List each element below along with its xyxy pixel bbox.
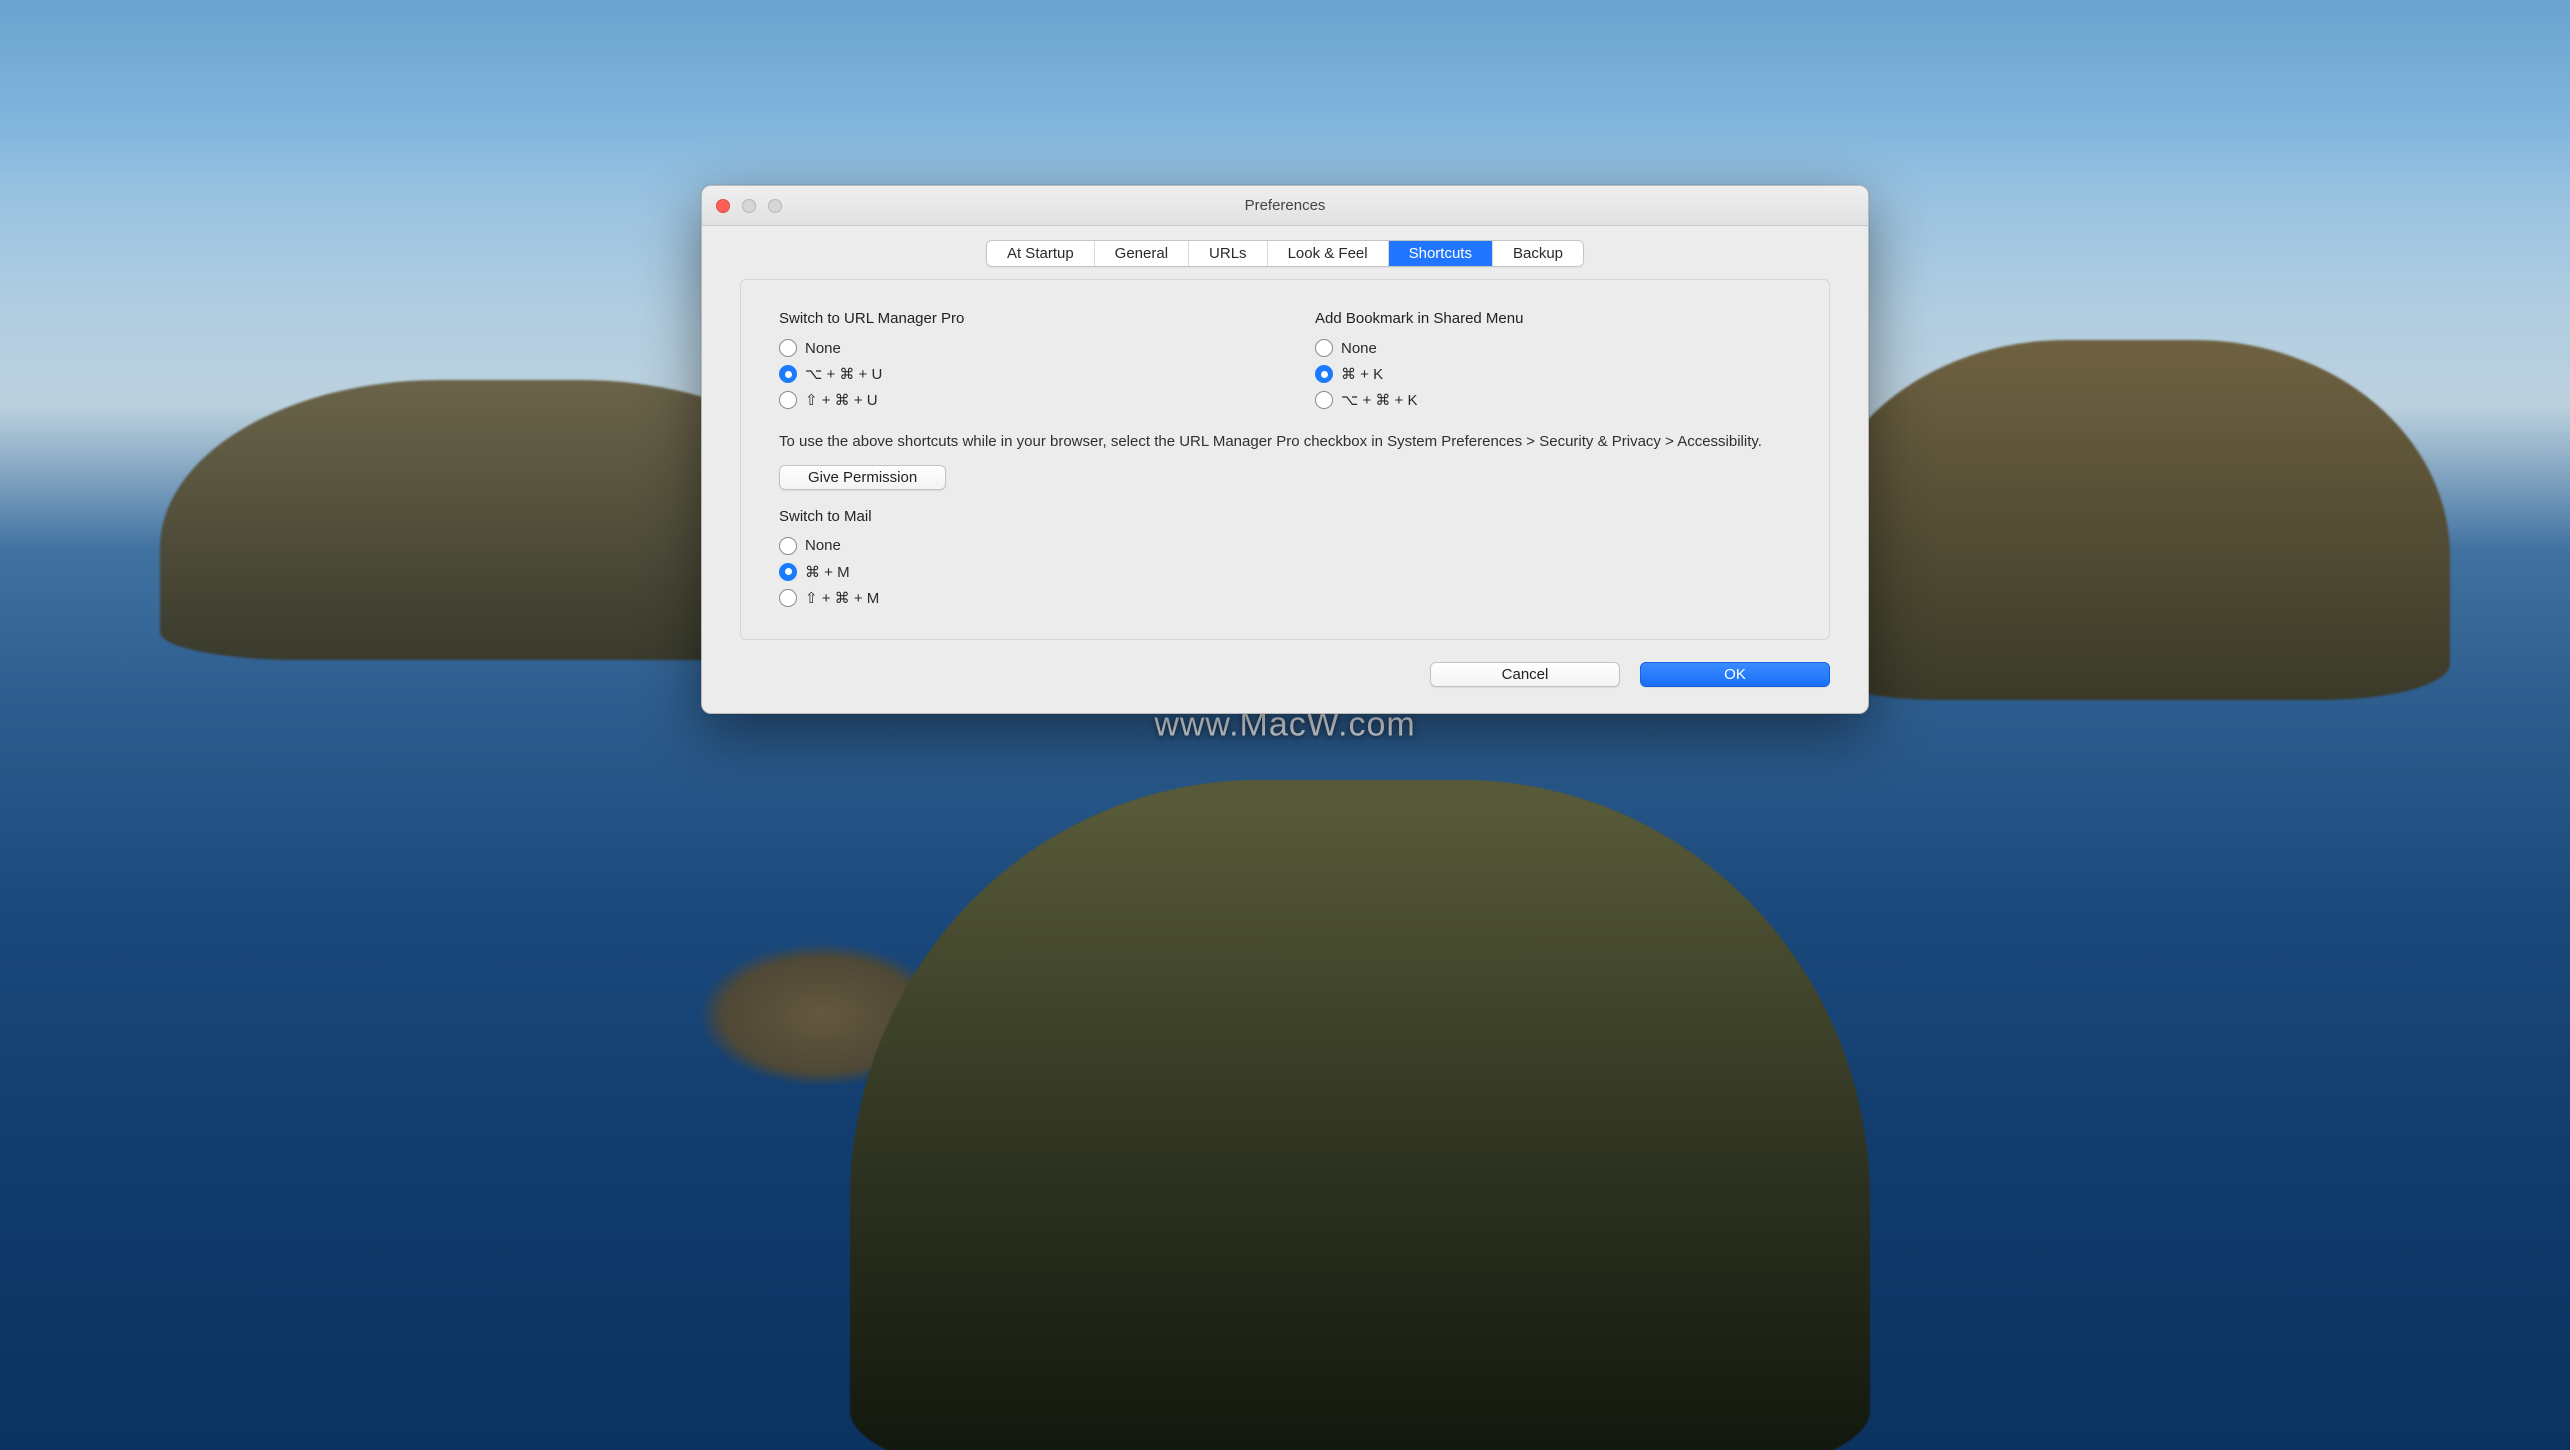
group-title-switch-mail: Switch to Mail [779, 508, 1791, 525]
group-switch-to-mail: Switch to Mail None ⌘ + M ⇧ + ⌘ + M [779, 508, 1791, 607]
tab-backup[interactable]: Backup [1493, 241, 1583, 266]
group-add-bookmark-shared: Add Bookmark in Shared Menu None ⌘ + K ⌥ +… [1315, 310, 1791, 417]
radio-label: None [1341, 340, 1377, 357]
radio-option-add-bookmark-2[interactable]: ⌥ + ⌘ + K [1315, 391, 1791, 409]
radio-label: ⌥ + ⌘ + K [1341, 391, 1417, 409]
shortcuts-pane: Switch to URL Manager Pro None ⌥ + ⌘ + U ⇧… [740, 279, 1830, 640]
radio-option-switch-ump-0[interactable]: None [779, 339, 1255, 357]
tab-look-feel[interactable]: Look & Feel [1268, 241, 1389, 266]
radio-add-bookmark-2[interactable] [1315, 391, 1333, 409]
tab-shortcuts[interactable]: Shortcuts [1389, 241, 1493, 266]
radio-label: ⇧ + ⌘ + M [805, 589, 879, 607]
radio-option-switch-ump-2[interactable]: ⇧ + ⌘ + U [779, 391, 1255, 409]
radio-switch-mail-0[interactable] [779, 537, 797, 555]
bg-island-right [1810, 340, 2450, 700]
radio-option-add-bookmark-0[interactable]: None [1315, 339, 1791, 357]
radio-label: None [805, 537, 841, 554]
preferences-window: Preferences At StartupGeneralURLsLook & … [701, 185, 1869, 714]
bg-island-front [850, 780, 1870, 1450]
radio-add-bookmark-0[interactable] [1315, 339, 1333, 357]
radio-switch-mail-1[interactable] [779, 563, 797, 581]
dialog-buttons-row: Cancel OK [702, 662, 1868, 713]
radio-option-switch-mail-2[interactable]: ⇧ + ⌘ + M [779, 589, 1791, 607]
radio-label: None [805, 340, 841, 357]
radio-label: ⌘ + M [805, 563, 850, 581]
window-titlebar: Preferences [702, 186, 1868, 226]
window-minimize-button [742, 199, 756, 213]
desktop-background: www.MacW.com Preferences At StartupGener… [0, 0, 2570, 1450]
window-traffic-lights [716, 199, 782, 213]
radio-option-switch-ump-1[interactable]: ⌥ + ⌘ + U [779, 365, 1255, 383]
radio-add-bookmark-1[interactable] [1315, 365, 1333, 383]
radio-option-switch-mail-1[interactable]: ⌘ + M [779, 563, 1791, 581]
preferences-tabs: At StartupGeneralURLsLook & FeelShortcut… [986, 240, 1584, 267]
radio-switch-ump-1[interactable] [779, 365, 797, 383]
group-switch-url-manager-pro: Switch to URL Manager Pro None ⌥ + ⌘ + U ⇧… [779, 310, 1255, 417]
preferences-tabbar: At StartupGeneralURLsLook & FeelShortcut… [702, 226, 1868, 275]
radio-label: ⇧ + ⌘ + U [805, 391, 878, 409]
radio-label: ⌥ + ⌘ + U [805, 365, 882, 383]
radio-label: ⌘ + K [1341, 365, 1383, 383]
radio-switch-ump-2[interactable] [779, 391, 797, 409]
accessibility-hint: To use the above shortcuts while in your… [779, 431, 1791, 453]
window-close-button[interactable] [716, 199, 730, 213]
group-title-switch-ump: Switch to URL Manager Pro [779, 310, 1255, 327]
window-title: Preferences [1245, 197, 1326, 214]
ok-button[interactable]: OK [1640, 662, 1830, 687]
radio-switch-ump-0[interactable] [779, 339, 797, 357]
radio-option-switch-mail-0[interactable]: None [779, 537, 1791, 555]
tab-at-startup[interactable]: At Startup [987, 241, 1095, 266]
radio-switch-mail-2[interactable] [779, 589, 797, 607]
radio-option-add-bookmark-1[interactable]: ⌘ + K [1315, 365, 1791, 383]
give-permission-button[interactable]: Give Permission [779, 465, 946, 490]
cancel-button[interactable]: Cancel [1430, 662, 1620, 687]
tab-general[interactable]: General [1095, 241, 1189, 266]
tab-urls[interactable]: URLs [1189, 241, 1268, 266]
window-zoom-button [768, 199, 782, 213]
group-title-add-bookmark: Add Bookmark in Shared Menu [1315, 310, 1791, 327]
